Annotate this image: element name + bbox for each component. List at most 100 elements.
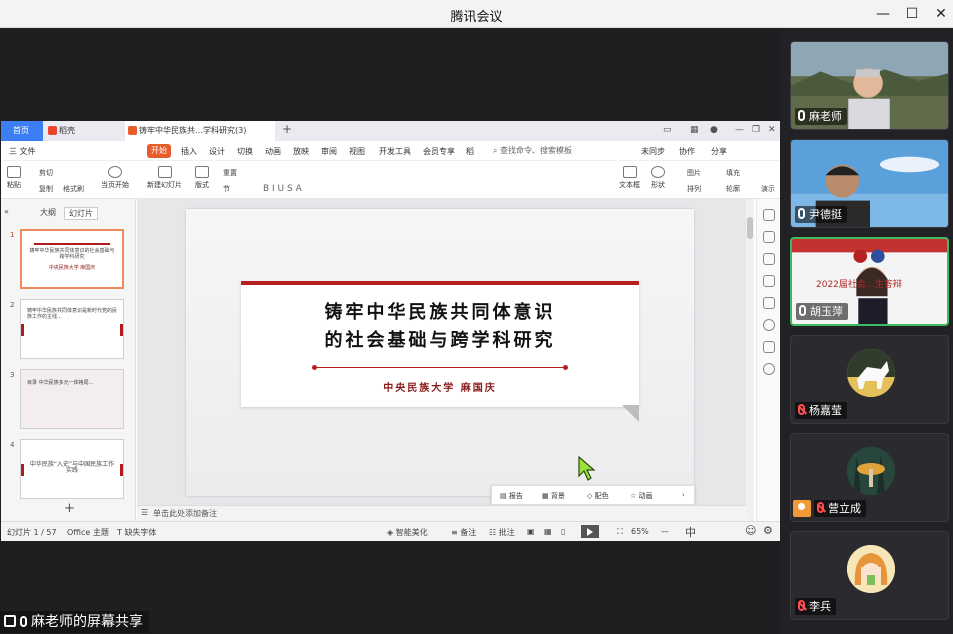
copy-button[interactable]: 复制 <box>39 184 53 194</box>
participant-tile[interactable]: 李兵 <box>790 531 949 620</box>
menu-member[interactable]: 会员专享 <box>423 146 455 157</box>
participant-tile[interactable]: 尹德挺 <box>790 139 949 228</box>
tab-docer[interactable]: 稻壳 <box>45 121 121 141</box>
notes-bar[interactable]: ☰ 单击此处添加备注 <box>137 505 747 521</box>
adjust-icon[interactable] <box>763 231 775 243</box>
wps-close-icon[interactable]: ✕ <box>768 125 776 135</box>
maximize-icon[interactable]: ☐ <box>902 4 922 24</box>
command-search-input[interactable]: ⌕ 查找命令、搜索模板 <box>493 145 572 156</box>
menu-animation[interactable]: 动画 <box>265 146 281 157</box>
font-style-buttons[interactable]: B I U S A <box>263 184 302 194</box>
new-slide-button[interactable]: 新建幻灯片 <box>147 166 182 190</box>
arrange-button[interactable]: 排列 <box>687 184 701 194</box>
menu-review[interactable]: 审阅 <box>321 146 337 157</box>
grid-icon[interactable]: ▦ <box>690 125 699 135</box>
animation-button[interactable]: ☆ 动画 <box>630 491 653 501</box>
minimize-icon[interactable]: — <box>873 4 893 24</box>
unsynced-status[interactable]: 未同步 <box>641 146 665 157</box>
location-icon[interactable] <box>763 363 775 375</box>
reset-button[interactable]: 重置 <box>223 168 237 178</box>
beautify-button[interactable]: ◈ 智能美化 <box>387 527 428 538</box>
background-button[interactable]: ▦ 背景 <box>542 491 565 501</box>
close-icon[interactable]: ✕ <box>931 4 951 24</box>
outline-button[interactable]: 轮廓 <box>726 184 740 194</box>
menu-slideshow[interactable]: 放映 <box>293 146 309 157</box>
report-button[interactable]: ▤ 报告 <box>500 491 523 501</box>
menu-insert[interactable]: 插入 <box>181 146 197 157</box>
tab-outline[interactable]: 大纲 <box>40 207 56 218</box>
slide-thumbnail-1[interactable]: 铸牢中华民族共同体意识的社会基础与跨学科研究 中央民族大学 麻国庆 <box>20 229 124 289</box>
star-icon[interactable] <box>763 253 775 265</box>
slide-title[interactable]: 铸牢中华民族共同体意识 的社会基础与跨学科研究 <box>241 299 639 355</box>
share-button[interactable]: 分享 <box>711 146 727 157</box>
current-slide[interactable]: 铸牢中华民族共同体意识 的社会基础与跨学科研究 中央民族大学 麻国庆 <box>186 209 694 496</box>
add-slide-icon[interactable]: + <box>64 501 75 516</box>
zoom-level[interactable]: 65% <box>631 527 649 536</box>
textbox-button[interactable]: 文本框 <box>619 166 640 190</box>
canvas-scrollbar[interactable] <box>746 199 754 521</box>
section-button[interactable]: 节 <box>223 184 230 194</box>
settings-icon[interactable]: ⚙ <box>763 524 773 537</box>
menu-view[interactable]: 视图 <box>349 146 365 157</box>
participant-tile[interactable]: 2022届社会…生答辩 胡玉萍 <box>790 237 949 326</box>
tab-document-label: 铸牢中华民族共…学科研究(3) <box>139 126 247 135</box>
comment-button[interactable]: ☷ 批注 <box>489 527 515 538</box>
layout-button[interactable]: 版式 <box>195 166 209 190</box>
collapse-panel-icon[interactable]: « <box>4 207 9 216</box>
scrollbar-thumb[interactable] <box>747 217 753 239</box>
emoji-icon[interactable]: ☺ <box>745 524 756 537</box>
color-scheme-button[interactable]: ◇ 配色 <box>587 491 609 501</box>
zoom-out-icon[interactable]: — <box>661 527 669 536</box>
image-icon[interactable] <box>763 341 775 353</box>
avatar-icon[interactable]: ● <box>710 125 718 135</box>
notes-toggle-label: 备注 <box>460 528 477 537</box>
menu-design[interactable]: 设计 <box>209 146 225 157</box>
normal-view-icon[interactable]: ▣ <box>527 527 535 536</box>
property-icon[interactable] <box>763 209 775 221</box>
menu-more[interactable]: 稻 <box>466 146 474 157</box>
collaborate-button[interactable]: 协作 <box>679 146 695 157</box>
notes-placeholder: 单击此处添加备注 <box>153 509 217 518</box>
notes-toggle-button[interactable]: ≡ 备注 <box>451 527 476 538</box>
present-button[interactable]: 演示 <box>761 184 775 194</box>
new-tab-icon[interactable]: + <box>282 122 292 136</box>
slide-thumbnail-3[interactable]: 目录 中华民族多元一体格局… <box>20 369 124 429</box>
fit-icon[interactable]: ⛶ <box>617 527 623 537</box>
wps-minimize-icon[interactable]: — <box>735 125 744 135</box>
tab-home[interactable]: 首页 <box>1 121 43 141</box>
cut-button[interactable]: 剪切 <box>39 168 53 178</box>
play-from-current-button[interactable]: 当页开始 <box>101 166 129 190</box>
slide-thumbnail-2[interactable]: 铸牢中华民族共同体意识是新时代党的民族工作的主线… <box>20 299 124 359</box>
cursor-icon <box>578 456 596 481</box>
menu-developer[interactable]: 开发工具 <box>379 146 411 157</box>
sorter-view-icon[interactable]: ▦ <box>544 527 552 536</box>
picture-button[interactable]: 图片 <box>687 168 701 178</box>
paste-button[interactable]: 粘贴 <box>7 166 21 190</box>
participant-tile[interactable]: 杨嘉莹 <box>790 335 949 424</box>
status-bar: 幻灯片 1 / 57 Office 主题 T 缺失字体 ◈ 智能美化 ≡ 备注 … <box>1 521 780 541</box>
layout-icon[interactable]: ▭ <box>663 125 672 135</box>
ime-indicator[interactable]: 中 <box>685 524 696 540</box>
theme-name: Office 主题 <box>67 528 109 537</box>
copy-icon[interactable] <box>763 275 775 287</box>
slideshow-play-button[interactable] <box>581 525 599 538</box>
tab-slides[interactable]: 幻灯片 <box>64 207 98 220</box>
wps-restore-icon[interactable]: ❐ <box>752 125 760 135</box>
menu-start[interactable]: 开始 <box>147 144 171 158</box>
missing-font-button[interactable]: T 缺失字体 <box>117 527 156 538</box>
menu-file[interactable]: 三 文件 <box>9 146 36 157</box>
slide-thumbnail-4[interactable]: 中华民族“入史”与中国民族工作实践 <box>20 439 124 499</box>
chevron-right-icon[interactable]: › <box>682 491 685 499</box>
participant-tile[interactable]: 麻老师 <box>790 41 949 130</box>
transfer-icon[interactable] <box>763 297 775 309</box>
tab-document[interactable]: 铸牢中华民族共…学科研究(3) <box>125 121 275 141</box>
participant-tile[interactable]: 营立成 <box>790 433 949 522</box>
menu-transition[interactable]: 切换 <box>237 146 253 157</box>
paste-icon <box>7 166 21 178</box>
format-painter-button[interactable]: 格式刷 <box>63 184 84 194</box>
shape-button[interactable]: 形状 <box>651 166 665 190</box>
reading-view-icon[interactable]: ▯ <box>561 527 565 536</box>
fill-button[interactable]: 填充 <box>726 168 740 178</box>
slide-author[interactable]: 中央民族大学 麻国庆 <box>241 379 639 394</box>
help-icon[interactable] <box>763 319 775 331</box>
